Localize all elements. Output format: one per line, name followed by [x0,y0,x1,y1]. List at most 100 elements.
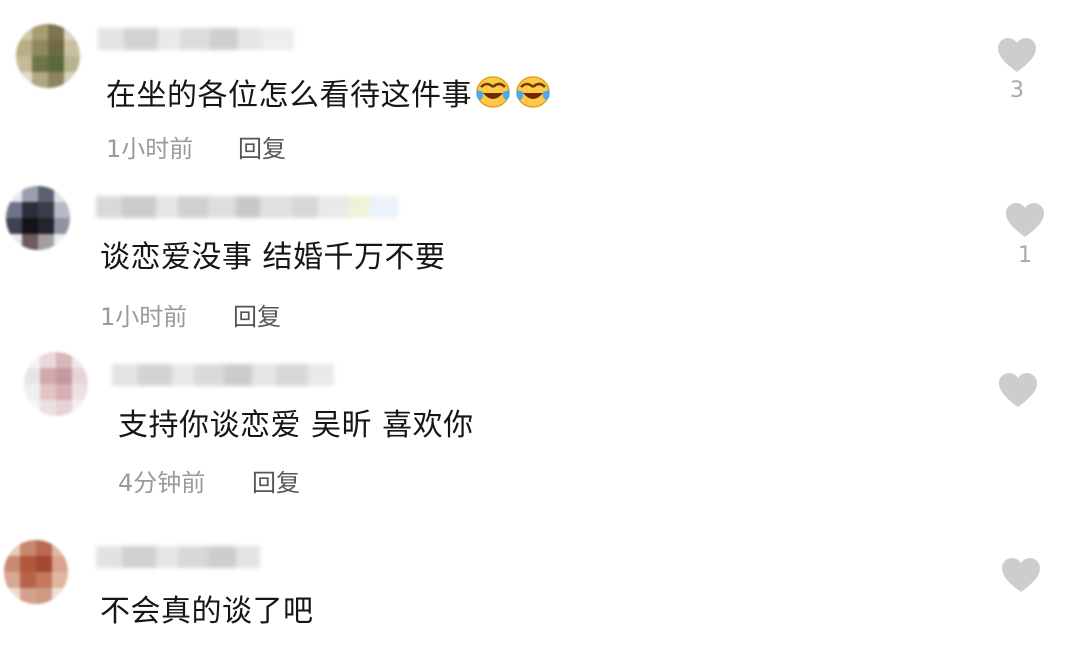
username-pixel [208,546,236,568]
avatar-pixel [22,186,38,202]
avatar-pixel [72,400,88,416]
avatar-pixel [16,72,32,88]
avatar-pixel [52,556,68,572]
avatar-pixel [6,186,22,202]
reply-button[interactable]: 回复 [233,302,281,332]
username-pixel [238,28,262,50]
avatar-pixel [4,540,20,556]
username-pixel [224,364,252,386]
avatar-pixel [16,24,32,40]
heart-icon [995,38,1039,74]
like-count [996,413,1040,439]
avatar-pixel [38,218,54,234]
avatar-pixel [56,400,72,416]
avatar-pixel [52,588,68,604]
like-button[interactable]: 3 [995,38,1039,104]
reply-button[interactable]: 回复 [252,468,300,498]
avatar-pixel [54,186,70,202]
avatar-pixel [32,56,48,72]
comment-timestamp: 4分钟前 [118,469,206,497]
comment-text-content: 谈恋爱没事 结婚千万不要 [100,240,446,275]
username-pixel [370,196,398,218]
avatar-pixel [36,572,52,588]
avatar-pixel [40,368,56,384]
avatar-pixel [56,368,72,384]
username-blurred[interactable] [96,546,260,568]
username-pixel [122,196,156,218]
avatar-pixel [36,540,52,556]
avatar-pixel [22,218,38,234]
avatar[interactable] [4,540,68,604]
username-pixel [96,196,122,218]
username-pixel [318,196,348,218]
avatar-pixel [40,384,56,400]
avatar-pixel [56,384,72,400]
avatar-pixel [22,202,38,218]
avatar-pixel [48,40,64,56]
reply-button[interactable]: 回复 [238,134,286,164]
username-pixel [292,196,318,218]
avatar-pixel [38,186,54,202]
like-count: 3 [1010,78,1024,103]
avatar-pixel [20,588,36,604]
comment-text-content: 在坐的各位怎么看待这件事 [106,78,472,113]
username-pixel [112,364,138,386]
comment-text: 不会真的谈了吧 [100,594,314,630]
avatar-pixel [20,572,36,588]
username-pixel [308,364,334,386]
username-pixel [180,28,210,50]
laugh-cry-emoji-icon [474,74,512,119]
avatar-pixel [64,56,80,72]
comment-text: 谈恋爱没事 结婚千万不要 [100,240,446,276]
like-button[interactable] [999,558,1043,594]
avatar-pixel [16,56,32,72]
avatar-pixel [64,72,80,88]
username-pixel [178,546,208,568]
comment-text: 支持你谈恋爱 吴昕 喜欢你 [118,408,474,444]
username-pixel [156,196,178,218]
like-button[interactable] [996,373,1040,439]
avatar-pixel [56,352,72,368]
username-pixel [96,546,122,568]
username-blurred[interactable] [96,196,398,218]
heart-icon [999,558,1043,594]
avatar-pixel [24,368,40,384]
username-pixel [236,546,260,568]
avatar-pixel [72,368,88,384]
comment-timestamp: 1小时前 [100,303,188,331]
avatar-pixel [6,234,22,250]
avatar-pixel [38,202,54,218]
username-pixel [236,196,260,218]
avatar-pixel [40,352,56,368]
avatar-pixel [4,556,20,572]
username-pixel [156,546,178,568]
username-pixel [124,28,158,50]
comment-text-content: 不会真的谈了吧 [100,594,314,629]
avatar-pixel [24,384,40,400]
avatar-pixel [22,234,38,250]
username-blurred[interactable] [112,364,334,386]
avatar-pixel [24,352,40,368]
avatar-pixel [54,202,70,218]
avatar-pixel [20,540,36,556]
heart-icon [1003,203,1047,239]
username-blurred[interactable] [98,28,294,50]
comment-text-content: 支持你谈恋爱 吴昕 喜欢你 [118,408,474,443]
avatar[interactable] [6,186,70,250]
comment-text: 在坐的各位怎么看待这件事 [106,74,552,119]
username-pixel [122,546,156,568]
username-pixel [208,196,236,218]
username-pixel [252,364,276,386]
avatar-pixel [38,234,54,250]
like-button[interactable]: 1 [1003,203,1047,269]
avatar-pixel [52,572,68,588]
avatar-pixel [40,400,56,416]
avatar-pixel [54,218,70,234]
avatar[interactable] [16,24,80,88]
avatar-pixel [52,540,68,556]
username-pixel [138,364,172,386]
avatar-pixel [16,40,32,56]
avatar[interactable] [24,352,88,416]
avatar-pixel [48,24,64,40]
username-pixel [178,196,208,218]
